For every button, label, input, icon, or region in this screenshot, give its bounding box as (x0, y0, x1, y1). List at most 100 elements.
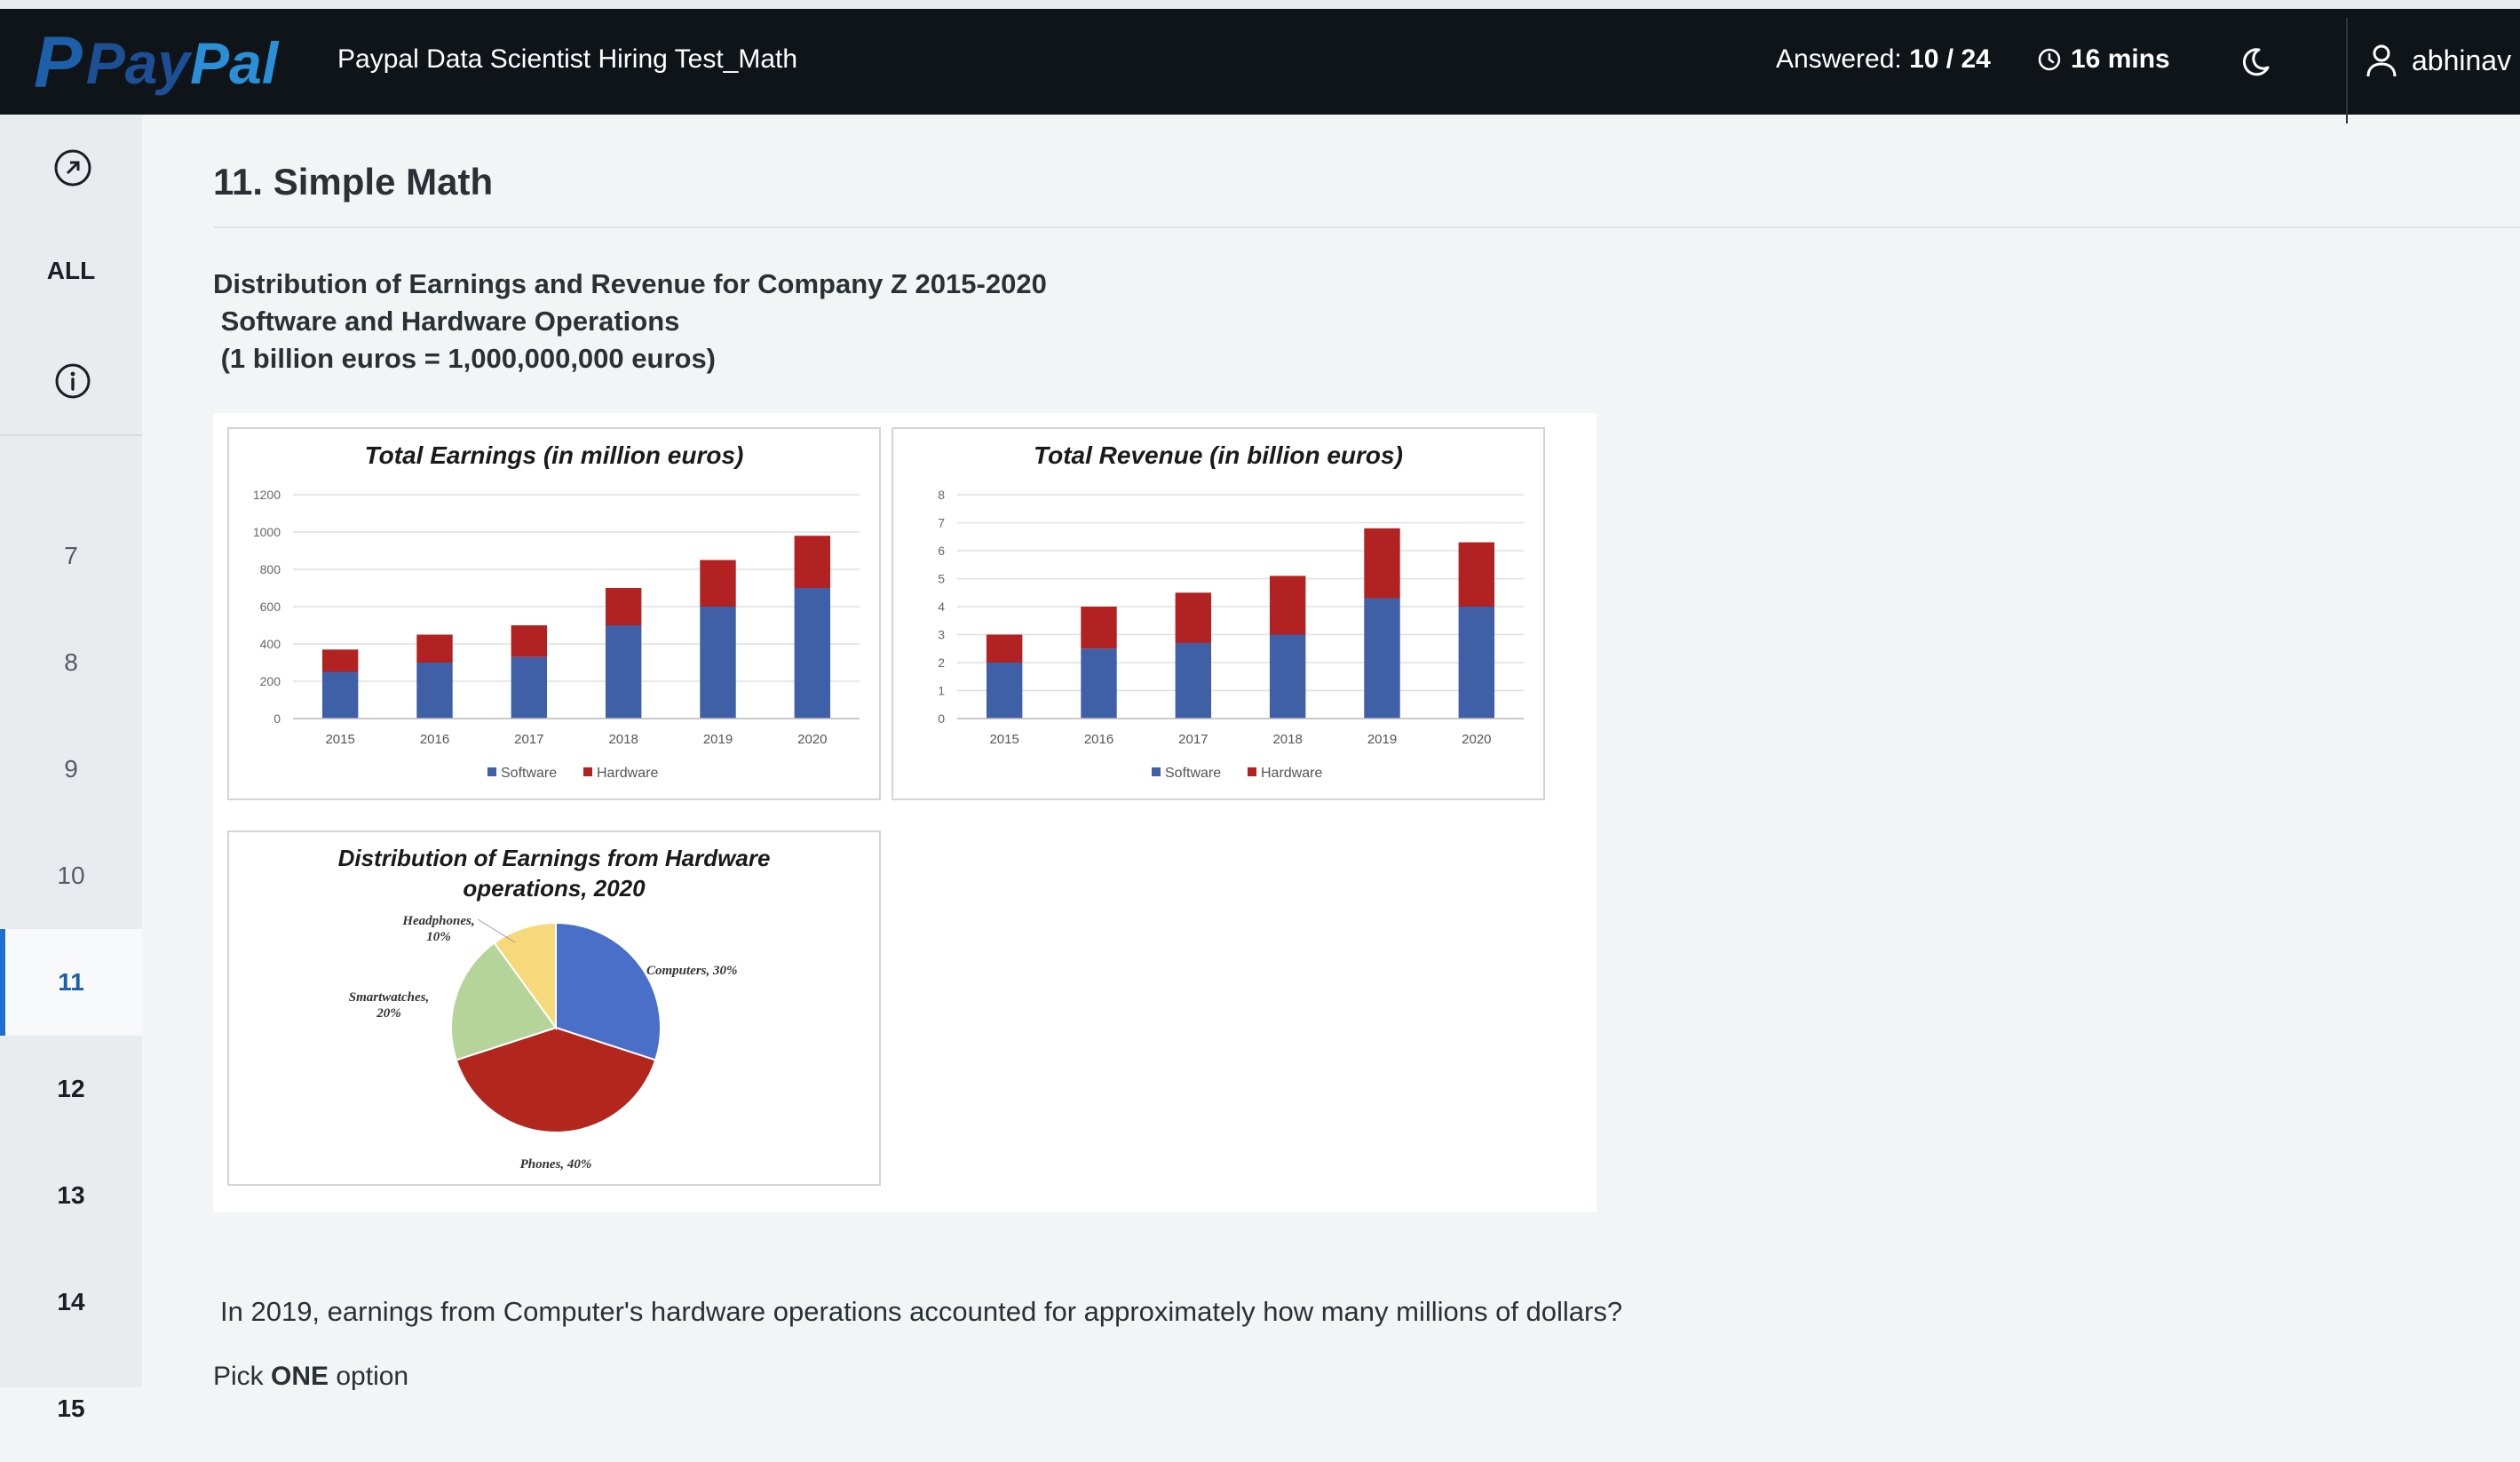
pie-leader-line (477, 918, 516, 943)
question-figure: Total Earnings (in million euros) 0 200 40… (213, 413, 1597, 1212)
x-tick-label: 2015 (989, 732, 1018, 747)
answered-counter: Answered: 10 / 24 (1776, 44, 1991, 74)
y-tick-label: 5 (938, 572, 945, 586)
top-header-bar: P Pay Pal Paypal Data Scientist Hiring Te… (0, 9, 2520, 123)
clock-icon (2038, 48, 2061, 71)
bar-hardware-2020 (1458, 542, 1495, 607)
revenue-chart-panel: Total Revenue (in billion euros) 0123456… (892, 427, 1545, 800)
bar-software-2017 (1175, 642, 1212, 719)
browser-top-strip (0, 0, 2520, 9)
bar-hardware-2016 (416, 634, 453, 663)
y-tick-label: 1200 (253, 488, 281, 502)
sidebar-question-9[interactable]: 9 (0, 716, 142, 822)
legend-label-software: Software (1165, 766, 1221, 781)
bar-hardware-2019 (700, 560, 736, 607)
x-tick-label: 2019 (703, 732, 733, 747)
bar-software-2016 (1081, 648, 1117, 719)
pie-label-smartwatches: Smartwatches, 20% (349, 990, 429, 1021)
bar-software-2018 (605, 625, 642, 719)
x-tick-label: 2018 (608, 732, 638, 747)
pie-label-phones: Phones, 40% (520, 1157, 592, 1172)
legend-label-software: Software (501, 766, 557, 781)
question-sidebar: ALL 7 8 9 10 11 12 13 14 15 (0, 115, 142, 1422)
bar-hardware-2018 (1269, 576, 1306, 635)
sidebar-question-8[interactable]: 8 (0, 609, 142, 716)
bar-hardware-2019 (1364, 528, 1400, 599)
legend-swatch-hardware (583, 767, 592, 776)
sidebar-question-11[interactable]: 11 (0, 929, 142, 1036)
y-tick-label: 0 (273, 711, 281, 726)
dark-mode-toggle-moon-icon[interactable] (2238, 44, 2273, 80)
bar-software-2016 (416, 663, 453, 719)
sidebar-question-10[interactable]: 10 (0, 822, 142, 929)
bar-software-2018 (1269, 634, 1306, 719)
all-questions-button[interactable]: ALL (0, 257, 142, 285)
user-icon (2366, 44, 2397, 77)
legend-swatch-software (487, 767, 496, 776)
bar-software-2019 (1364, 598, 1400, 719)
user-menu[interactable]: abhinav (2365, 43, 2511, 78)
x-tick-label: 2015 (325, 732, 354, 747)
y-tick-label: 4 (938, 600, 945, 614)
y-tick-label: 2 (938, 656, 945, 670)
sidebar-question-14[interactable]: 14 (0, 1249, 142, 1355)
username: abhinav (2412, 44, 2512, 76)
bar-hardware-2017 (511, 625, 548, 657)
y-tick-label: 600 (260, 600, 281, 614)
x-tick-label: 2016 (1084, 732, 1113, 747)
y-tick-label: 1000 (253, 525, 281, 539)
bar-software-2017 (511, 656, 548, 719)
question-text: In 2019, earnings from Computer's hardwa… (220, 1296, 1623, 1327)
x-tick-label: 2018 (1272, 732, 1302, 747)
bar-hardware-2018 (605, 588, 642, 625)
earnings-chart: 0 200 400 600 800 1000 1200 2015 2016 2017 2018 201… (253, 488, 860, 781)
legend-label-hardware: Hardware (597, 766, 658, 781)
collapse-arrow-icon[interactable] (53, 148, 92, 187)
x-tick-label: 2017 (514, 732, 543, 747)
y-tick-label: 3 (938, 628, 945, 642)
earnings-chart-panel: Total Earnings (in million euros) 0 200 40… (227, 427, 881, 800)
sidebar-question-12[interactable]: 12 (0, 1036, 142, 1142)
x-tick-label: 2020 (1462, 732, 1491, 747)
y-tick-label: 400 (260, 637, 281, 651)
question-heading: 11. Simple Math (213, 161, 494, 203)
legend-swatch-hardware (1248, 767, 1256, 776)
pie-label-computers: Computers, 30% (646, 964, 738, 978)
heading-divider (213, 226, 2520, 228)
sidebar-question-13[interactable]: 13 (0, 1142, 142, 1249)
sidebar-question-7[interactable]: 7 (0, 503, 142, 609)
pie-label-headphones: Headphones, 10% (401, 914, 474, 944)
y-tick-label: 800 (260, 562, 281, 576)
paypal-logo: P Pay Pal (34, 22, 279, 103)
x-tick-label: 2019 (1367, 732, 1397, 747)
test-title: Paypal Data Scientist Hiring Test_Math (337, 44, 798, 74)
y-tick-label: 0 (938, 711, 945, 726)
timer-value: 16 mins (2071, 44, 2170, 74)
info-icon[interactable] (53, 362, 92, 401)
x-tick-label: 2016 (420, 732, 449, 747)
timer: 16 mins (2037, 44, 2170, 75)
sidebar-divider (0, 434, 142, 436)
bar-hardware-2016 (1081, 607, 1117, 649)
legend-label-hardware: Hardware (1261, 766, 1322, 781)
x-tick-label: 2020 (797, 732, 827, 747)
bar-software-2019 (700, 607, 736, 719)
question-description: Distribution of Earnings and Revenue for… (213, 268, 1047, 374)
y-tick-label: 8 (938, 488, 945, 502)
x-tick-label: 2017 (1178, 732, 1208, 747)
user-divider (2346, 18, 2348, 123)
answered-value: 10 / 24 (1909, 44, 1991, 74)
bar-software-2020 (1458, 607, 1495, 719)
y-tick-label: 6 (938, 544, 945, 558)
y-tick-label: 7 (938, 516, 945, 530)
sidebar-question-15[interactable]: 15 (0, 1355, 142, 1462)
bar-software-2020 (794, 588, 831, 719)
bar-hardware-2017 (1175, 592, 1212, 643)
bar-software-2015 (986, 663, 1023, 719)
question-content: 11. Simple Math Distribution of Earnings… (142, 115, 2520, 1391)
revenue-chart: 0 1 2 3 4 5 6 7 8 2015 2016 2017 2018 2019 2020 Softwar… (938, 488, 1524, 781)
hardware-pie-chart: Computers, 30% Phones, 40% Smartwatches, 20… (349, 914, 738, 1172)
legend-swatch-software (1152, 767, 1161, 776)
y-tick-label: 200 (260, 674, 281, 688)
bar-hardware-2015 (321, 649, 359, 672)
